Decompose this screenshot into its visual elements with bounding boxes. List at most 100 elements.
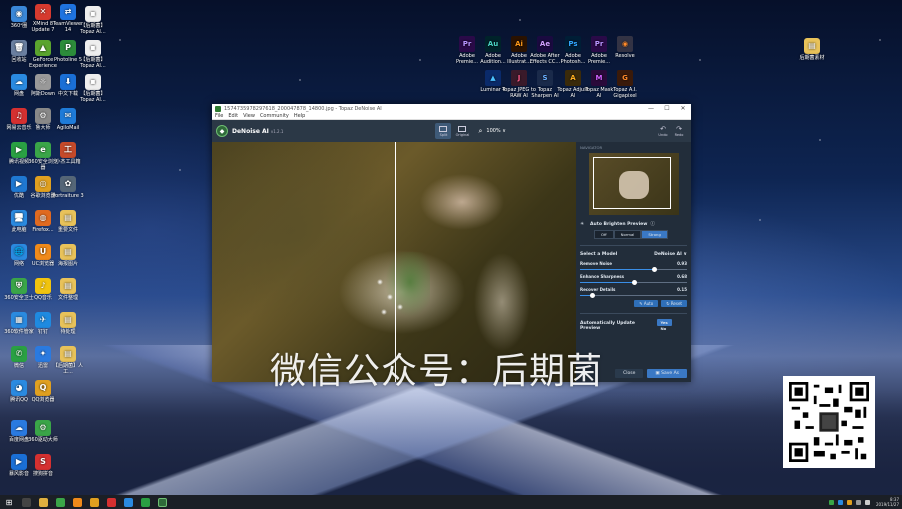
- app-icon: 🖥: [11, 210, 27, 226]
- slider-block: Enhance Sharpness 0.68: [580, 274, 687, 285]
- taskbar-explorer-icon[interactable]: [39, 497, 48, 507]
- taskbar-360-icon[interactable]: [56, 497, 65, 507]
- app-icon: ▤: [60, 244, 76, 260]
- desktop-shortcut[interactable]: ▪ 【后期菌】Topaz AI...: [76, 40, 110, 69]
- task-view-icon[interactable]: [22, 497, 31, 507]
- slider-label: Recover Details: [580, 287, 616, 292]
- desktop-shortcut[interactable]: 工小杰工具箱: [51, 142, 85, 165]
- desktop-shortcut[interactable]: ◉ Resolve: [608, 36, 642, 59]
- app-icon: ♫: [11, 108, 27, 124]
- menu-help[interactable]: Help: [294, 113, 305, 119]
- desktop-shortcut[interactable]: ✿ Portraiture 3: [51, 176, 85, 199]
- tray-icon[interactable]: [828, 499, 834, 505]
- divider: [580, 245, 687, 246]
- desktop-shortcut[interactable]: ▤ 文件整理: [51, 278, 85, 301]
- redo-button[interactable]: ↷ Redo: [671, 125, 687, 137]
- menu-community[interactable]: Community: [260, 113, 289, 119]
- menu-view[interactable]: View: [243, 113, 255, 119]
- undo-button[interactable]: ↶ Undo: [655, 125, 671, 137]
- clock[interactable]: 8:37 2019/11/27: [876, 497, 899, 507]
- desktop-shortcut[interactable]: ▪ 【后期菌】Topaz AI...: [76, 6, 110, 35]
- tray-icon[interactable]: [846, 499, 852, 505]
- brighten-strong[interactable]: Strong: [641, 230, 668, 239]
- split-view-button[interactable]: Split: [435, 123, 452, 139]
- minimize-button[interactable]: —: [643, 105, 659, 112]
- desktop-shortcut[interactable]: ▤ 重要文件: [51, 210, 85, 233]
- menu-edit[interactable]: Edit: [228, 113, 238, 119]
- save-as-button[interactable]: ▣ Save As: [647, 369, 687, 378]
- menu-bar: File Edit View Community Help: [212, 113, 691, 120]
- slider-value[interactable]: 0.93: [677, 261, 687, 266]
- network-icon[interactable]: [864, 499, 870, 505]
- desktop-shortcut[interactable]: G Topaz A.I. Gigapixel: [608, 70, 642, 99]
- slider-track[interactable]: [580, 293, 687, 298]
- window-titlebar[interactable]: 1574735978297618_200047878_14800.jpg - T…: [212, 104, 691, 113]
- undo-icon: ↶: [660, 125, 666, 133]
- brighten-off[interactable]: Off: [594, 230, 614, 239]
- model-select[interactable]: DeNoise AI ∨: [654, 252, 687, 257]
- taskbar-denoise-icon[interactable]: [158, 497, 167, 507]
- navigator-label: NAVIGATOR: [580, 145, 603, 150]
- desktop-shortcut[interactable]: ⚙ 360驱动大师: [26, 420, 60, 443]
- slider-knob[interactable]: [590, 293, 595, 298]
- desktop-shortcut[interactable]: Q QQ浏览器: [26, 380, 60, 403]
- maximize-button[interactable]: ☐: [659, 105, 675, 112]
- undo-redo: ↶ Undo ↷ Redo: [655, 125, 687, 137]
- app-small-icon: [215, 105, 221, 112]
- desktop-shortcut[interactable]: ✉ AgiloMail: [51, 108, 85, 131]
- auto-button[interactable]: ✎ Auto: [634, 300, 659, 307]
- shortcut-label: Portraiture 3: [52, 193, 84, 199]
- auto-brighten-title: Auto Brighten Preview: [590, 221, 648, 227]
- slider-head: Enhance Sharpness 0.68: [580, 274, 687, 279]
- close-button[interactable]: Close: [615, 369, 644, 378]
- brighten-normal[interactable]: Normal: [613, 230, 642, 239]
- desktop-shortcut[interactable]: ▤ 海报图片: [51, 244, 85, 267]
- app-icon: 工: [60, 142, 76, 158]
- app-icon: ▤: [804, 38, 820, 54]
- slider-knob[interactable]: [652, 267, 658, 272]
- app-icon: ⬇: [60, 74, 76, 90]
- desktop-shortcut[interactable]: S 搜狗拼音: [26, 454, 60, 477]
- redo-icon: ↷: [676, 125, 682, 133]
- app-icon: G: [617, 70, 633, 86]
- auto-update-label: Automatically Update Preview: [580, 321, 635, 331]
- zoom-control[interactable]: ⌕ 100% ∨: [478, 127, 505, 136]
- app-icon: S: [35, 454, 51, 470]
- slider-label: Remove Noise: [580, 261, 612, 266]
- desktop-shortcut[interactable]: ▪ 【后期菌】Topaz AI...: [76, 74, 110, 103]
- desktop-shortcut[interactable]: ▤ 后期菌素材: [795, 38, 829, 61]
- navigator-thumbnail[interactable]: [588, 153, 679, 215]
- volume-icon[interactable]: [855, 499, 861, 505]
- taskbar-uc-icon[interactable]: [73, 497, 82, 507]
- original-view-button[interactable]: Original: [454, 123, 470, 139]
- app-icon: ✕: [35, 4, 51, 20]
- help-icon[interactable]: ⓘ: [650, 221, 655, 227]
- tray-icon[interactable]: [837, 499, 843, 505]
- slider-list: Remove Noise 0.93 Enhance Sharpness 0.68 Rec…: [580, 261, 687, 298]
- menu-file[interactable]: File: [215, 113, 223, 119]
- slider-knob[interactable]: [632, 280, 638, 285]
- app-icon: ◕: [11, 380, 27, 396]
- desktop-shortcut[interactable]: ▤ 待处理: [51, 312, 85, 335]
- taskbar-qq-icon[interactable]: [124, 497, 133, 507]
- taskbar-netease-icon[interactable]: [107, 497, 116, 507]
- taskbar-wechat-icon[interactable]: [141, 497, 150, 507]
- windows-start-icon[interactable]: ⊞: [4, 497, 14, 507]
- app-icon: ✈: [35, 312, 51, 328]
- reset-button[interactable]: ↻ Reset: [661, 300, 687, 307]
- action-buttons: ✎ Auto ↻ Reset: [580, 300, 687, 307]
- navigator-viewport-box[interactable]: [592, 157, 671, 209]
- desktop-shortcut[interactable]: ▤ 【后期菌】人工...: [51, 346, 85, 375]
- auto-update-no[interactable]: No: [657, 325, 671, 332]
- app-icon: ▶: [11, 142, 27, 158]
- slider-value[interactable]: 0.15: [677, 287, 687, 292]
- slider-track[interactable]: [580, 267, 687, 272]
- slider-value[interactable]: 0.68: [677, 274, 687, 279]
- slider-fill: [580, 269, 655, 270]
- close-window-button[interactable]: ✕: [675, 105, 691, 112]
- app-icon: ✆: [11, 346, 27, 362]
- app-icon: ▶: [11, 454, 27, 470]
- taskbar-chrome-icon[interactable]: [90, 497, 99, 507]
- slider-track[interactable]: [580, 280, 687, 285]
- shortcut-label: 小杰工具箱: [55, 159, 81, 165]
